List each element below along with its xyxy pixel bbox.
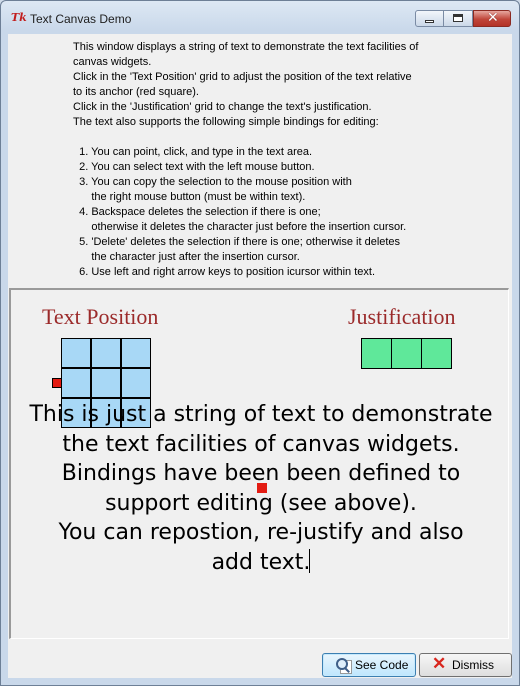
maximize-icon	[453, 14, 463, 22]
canvas-text-line[interactable]: the text facilities of canvas widgets.	[11, 430, 511, 460]
instruction-line: the character just after the insertion c…	[73, 251, 300, 263]
dismiss-button[interactable]: ✕ Dismiss	[419, 653, 512, 677]
instruction-line: 4. Backspace deletes the selection if th…	[73, 206, 321, 218]
tk-feather-icon: Tk	[11, 11, 27, 24]
window: Tk Text Canvas Demo ✕ This window displa…	[0, 0, 520, 686]
minimize-button[interactable]	[415, 10, 444, 27]
instruction-line: 2. You can select text with the left mou…	[73, 161, 315, 173]
instruction-line: otherwise it deletes the character just …	[73, 221, 407, 233]
canvas-text-last-line[interactable]: add text.	[11, 548, 511, 578]
insertion-cursor	[309, 548, 311, 573]
position-cell-e[interactable]	[121, 368, 151, 398]
minimize-icon	[425, 20, 434, 23]
dismiss-label: Dismiss	[452, 658, 494, 672]
position-cell-n[interactable]	[91, 338, 121, 368]
close-icon: ✕	[487, 10, 499, 26]
justify-right-cell[interactable]	[421, 338, 452, 369]
position-cell-w[interactable]	[61, 368, 91, 398]
instruction-line: Click in the 'Text Position' grid to adj…	[73, 71, 412, 83]
maximize-button[interactable]	[444, 10, 473, 27]
red-x-icon: ✕	[432, 654, 447, 673]
instruction-line: This window displays a string of text to…	[73, 41, 419, 53]
see-code-label: See Code	[355, 658, 409, 672]
canvas-text-line[interactable]: You can repostion, re-justify and also	[11, 518, 511, 548]
see-code-button[interactable]: See Code	[322, 653, 416, 677]
justification-title: Justification	[348, 304, 456, 329]
position-cell-ne[interactable]	[121, 338, 151, 368]
justify-center-cell[interactable]	[391, 338, 422, 369]
text-anchor-marker	[257, 483, 267, 493]
text-position-title: Text Position	[42, 304, 159, 329]
justify-left-cell[interactable]	[361, 338, 392, 369]
instruction-line: the right mouse button (must be within t…	[73, 191, 306, 203]
instruction-line: Click in the 'Justification' grid to cha…	[73, 101, 372, 113]
window-client-area: This window displays a string of text to…	[8, 34, 512, 678]
instruction-line: 1. You can point, click, and type in the…	[73, 146, 313, 158]
instruction-line: 3. You can copy the selection to the mou…	[73, 176, 352, 188]
instruction-spacer	[73, 130, 503, 145]
position-anchor-marker	[52, 378, 62, 388]
position-cell-nw[interactable]	[61, 338, 91, 368]
close-button[interactable]: ✕	[473, 10, 511, 27]
instruction-line: canvas widgets.	[73, 56, 152, 68]
magnifier-icon	[335, 657, 352, 674]
instruction-line: to its anchor (red square).	[73, 86, 199, 98]
title-bar[interactable]: Tk Text Canvas Demo ✕	[1, 1, 519, 34]
justification-grid	[361, 338, 452, 369]
canvas-text-line[interactable]: This is just a string of text to demonst…	[11, 400, 511, 430]
window-title: Text Canvas Demo	[30, 12, 132, 26]
position-cell-center[interactable]	[91, 368, 121, 398]
instruction-line: 6. Use left and right arrow keys to posi…	[73, 266, 376, 278]
instruction-line: The text also supports the following sim…	[73, 116, 379, 128]
instruction-line: 5. 'Delete' deletes the selection if the…	[73, 236, 401, 248]
instructions: This window displays a string of text to…	[73, 40, 503, 280]
canvas-text-line[interactable]: add text.	[212, 550, 311, 575]
demo-canvas[interactable]: Text Position Justification This is just…	[9, 288, 509, 639]
